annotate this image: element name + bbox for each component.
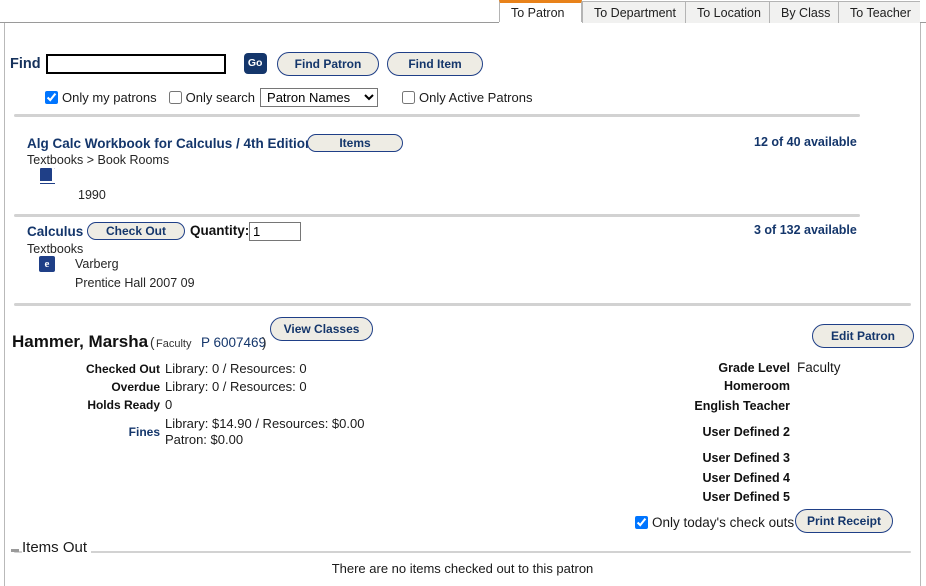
- go-button[interactable]: Go: [243, 53, 267, 74]
- edit-patron-button[interactable]: Edit Patron: [812, 324, 914, 348]
- only-my-patrons-label: Only my patrons: [62, 90, 157, 105]
- divider-mid: [14, 214, 860, 217]
- tab-to-patron[interactable]: To Patron: [499, 0, 582, 22]
- checked-out-label: Checked Out: [85, 362, 160, 376]
- checked-out-value: Library: 0 / Resources: 0: [165, 361, 307, 376]
- patron-type: Faculty: [156, 338, 192, 350]
- overdue-label: Overdue: [111, 380, 160, 394]
- tab-by-class[interactable]: By Class: [769, 1, 839, 23]
- divider-patron: [14, 303, 911, 306]
- only-today-row: Only today's check outs: [635, 515, 794, 530]
- tab-bar: To Patron To Department To Location By C…: [0, 0, 926, 23]
- result-imprint: 1990: [78, 188, 106, 202]
- tab-to-department[interactable]: To Department: [582, 1, 686, 23]
- divider-top: [14, 114, 860, 117]
- search-scope-select[interactable]: Patron Names: [260, 88, 379, 107]
- only-today-checkbox[interactable]: [635, 516, 648, 529]
- result-title-link[interactable]: Alg Calc Workbook for Calculus / 4th Edi…: [27, 136, 313, 151]
- availability-text: 3 of 132 available: [754, 223, 857, 237]
- fines-line-1: Library: $14.90 / Resources: $0.00: [165, 416, 365, 431]
- user-defined-3-label: User Defined 3: [702, 451, 790, 465]
- circulation-screen: To Patron To Department To Location By C…: [0, 0, 926, 586]
- find-bar: Find Go: [10, 53, 267, 74]
- only-today-label: Only today's check outs: [652, 515, 795, 530]
- items-out-heading: Items Out: [22, 539, 92, 556]
- overdue-value: Library: 0 / Resources: 0: [165, 379, 307, 394]
- holds-ready-label: Holds Ready: [87, 398, 160, 412]
- print-receipt-button[interactable]: Print Receipt: [795, 509, 893, 533]
- result-imprint: Prentice Hall 2007 09: [75, 276, 195, 290]
- user-defined-2-label: User Defined 2: [702, 425, 790, 439]
- quantity-input[interactable]: [249, 222, 301, 241]
- patron-name: Hammer, Marsha: [12, 332, 149, 351]
- homeroom-label: Homeroom: [724, 379, 790, 393]
- holds-ready-value: 0: [165, 397, 173, 412]
- view-classes-button[interactable]: View Classes: [270, 317, 373, 341]
- tab-to-location[interactable]: To Location: [685, 1, 770, 23]
- patron-type-open: (: [150, 335, 155, 350]
- collapse-toggle[interactable]: [11, 549, 19, 552]
- english-teacher-label: English Teacher: [694, 399, 790, 413]
- find-item-button[interactable]: Find Item: [387, 52, 483, 76]
- items-button[interactable]: Items: [307, 134, 403, 152]
- only-search-checkbox[interactable]: [168, 91, 182, 104]
- result-author: Varberg: [75, 257, 119, 271]
- user-defined-5-label: User Defined 5: [702, 490, 790, 504]
- quantity-label: Quantity:: [190, 223, 250, 238]
- patron-id: P 6007469: [201, 335, 267, 350]
- only-active-patrons-label: Only Active Patrons: [419, 90, 533, 105]
- only-search-label: Only search: [185, 90, 256, 105]
- book-icon: [40, 168, 55, 184]
- search-options-row: Only my patrons Only search Patron Names…: [45, 88, 544, 107]
- find-label: Find: [10, 55, 41, 72]
- check-out-button[interactable]: Check Out: [87, 222, 185, 240]
- result-title-link[interactable]: Calculus: [27, 224, 83, 239]
- ebook-icon: e: [39, 256, 55, 272]
- fines-link[interactable]: Fines: [30, 425, 160, 439]
- find-patron-button[interactable]: Find Patron: [277, 52, 379, 76]
- user-defined-4-label: User Defined 4: [702, 471, 790, 485]
- tab-to-teacher[interactable]: To Teacher: [838, 1, 920, 23]
- only-active-patrons-checkbox[interactable]: [402, 91, 416, 104]
- grade-level-label: Grade Level: [718, 361, 790, 375]
- items-out-empty-message: There are no items checked out to this p…: [331, 561, 594, 576]
- grade-level-value: Faculty: [797, 360, 841, 375]
- patron-type-close: ): [262, 335, 267, 350]
- divider-items-out: [14, 551, 911, 553]
- result-breadcrumb[interactable]: Textbooks > Book Rooms: [27, 153, 169, 167]
- search-input[interactable]: [45, 53, 226, 74]
- result-breadcrumb[interactable]: Textbooks: [27, 242, 83, 256]
- only-my-patrons-checkbox[interactable]: [45, 91, 58, 104]
- fines-line-2: Patron: $0.00: [165, 432, 244, 447]
- availability-text: 12 of 40 available: [754, 135, 857, 149]
